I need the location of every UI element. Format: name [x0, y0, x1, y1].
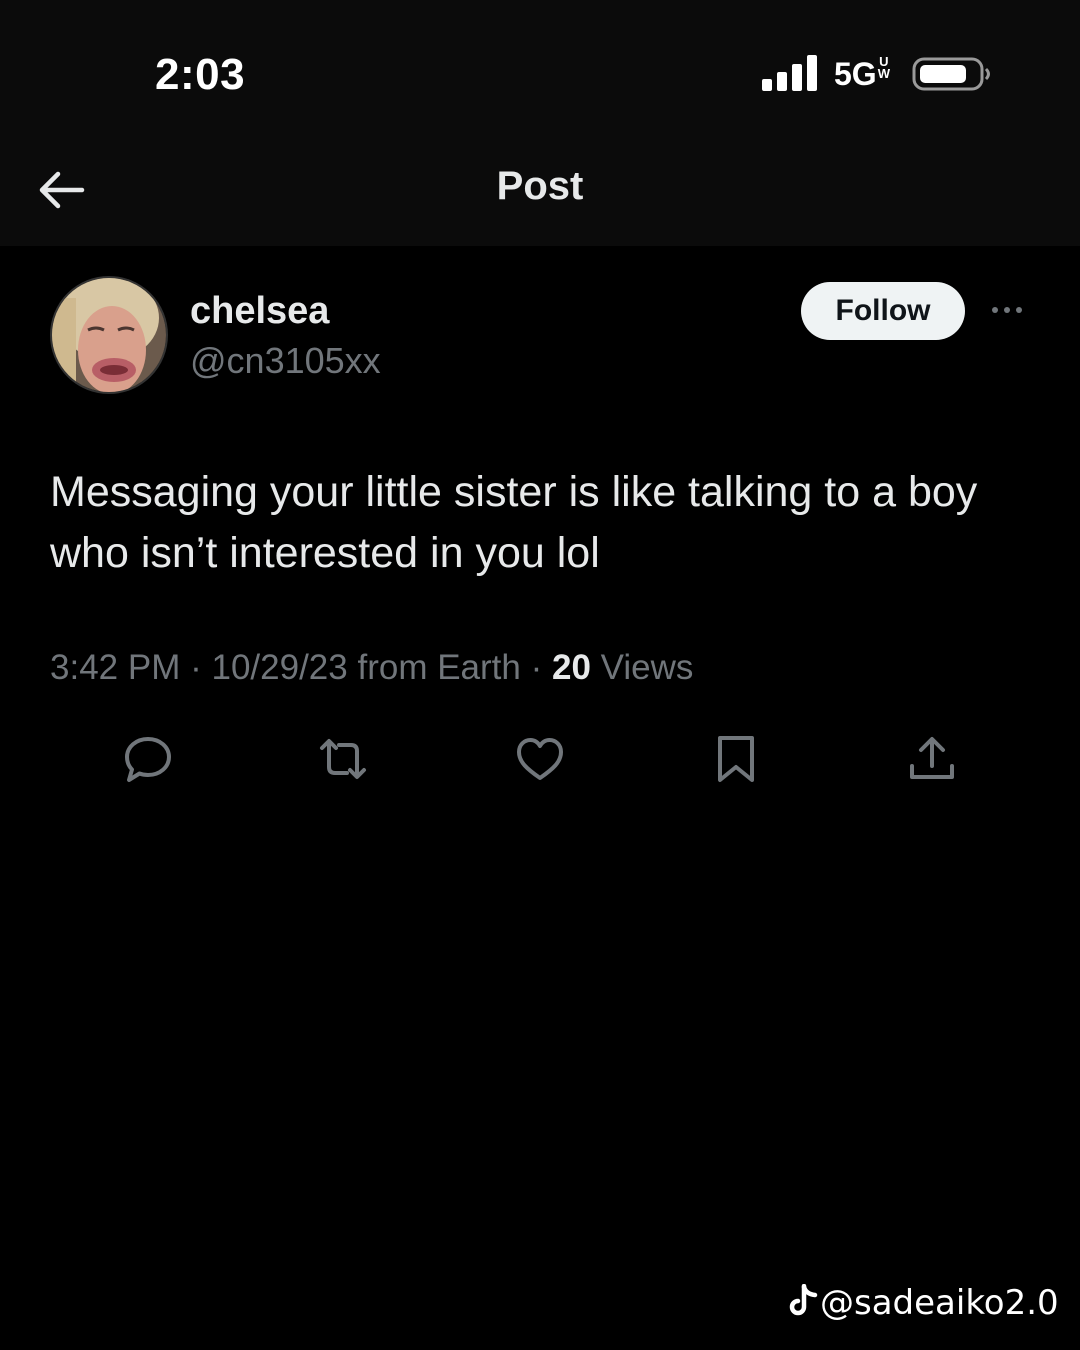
- battery-icon: [912, 57, 990, 91]
- meta-separator: ·: [530, 648, 543, 687]
- avatar-image: [52, 278, 166, 392]
- post-source: from Earth: [357, 648, 521, 687]
- repost-icon[interactable]: [318, 734, 368, 784]
- user-handle[interactable]: @cn3105xx: [190, 340, 381, 382]
- reply-icon[interactable]: [123, 734, 173, 784]
- watermark-text: @sadeaiko2.0: [820, 1283, 1059, 1323]
- watermark: @sadeaiko2.0: [788, 1283, 1059, 1323]
- avatar[interactable]: [50, 276, 168, 394]
- bookmark-icon[interactable]: [711, 734, 761, 784]
- meta-separator: ·: [190, 648, 202, 687]
- views-count: 20: [551, 648, 591, 687]
- follow-button[interactable]: Follow: [801, 282, 965, 340]
- page-title: Post: [496, 164, 584, 208]
- post-text: Messaging your little sister is like tal…: [50, 468, 978, 577]
- views-label: Views: [600, 648, 694, 687]
- post-meta: 3:42 PM · 10/29/23 from Earth · 20 Views: [50, 648, 693, 688]
- like-icon[interactable]: [515, 734, 565, 784]
- ellipsis-icon[interactable]: [987, 298, 1027, 322]
- share-icon[interactable]: [907, 734, 957, 784]
- network-label: 5G: [834, 56, 877, 92]
- post-time: 3:42 PM: [50, 648, 181, 687]
- network-indicator: 5G U W: [834, 55, 890, 93]
- post-date: 10/29/23: [211, 648, 348, 687]
- display-name[interactable]: chelsea: [190, 290, 329, 333]
- network-sub-bottom: W: [877, 66, 890, 81]
- tiktok-icon: [789, 1283, 818, 1316]
- network-sub: UW: [877, 55, 890, 81]
- top-bar: [0, 0, 1080, 246]
- signal-icon: [762, 55, 817, 91]
- status-time: 2:03: [155, 50, 246, 99]
